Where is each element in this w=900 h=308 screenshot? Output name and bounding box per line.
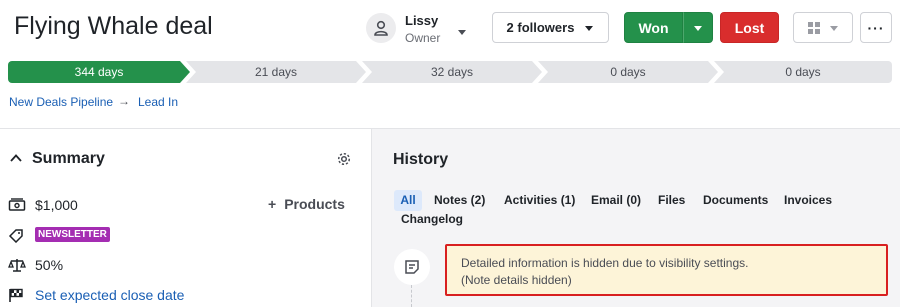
pipeline-stage-4[interactable]: 0 days: [538, 61, 718, 83]
tag-icon: [8, 227, 24, 248]
owner-role: Owner: [405, 31, 441, 45]
timeline-line: [411, 285, 412, 307]
hidden-note-card: Detailed information is hidden due to vi…: [445, 244, 888, 296]
note-detail: (Note details hidden): [461, 273, 572, 287]
history-title: History: [393, 151, 449, 168]
owner-selector[interactable]: Lissy Owner: [366, 10, 472, 46]
tab-all[interactable]: All: [394, 190, 422, 211]
followers-button[interactable]: 2 followers: [492, 12, 609, 43]
caret-down-icon: [585, 25, 594, 31]
stage-duration: 0 days: [610, 65, 646, 79]
page-title: Flying Whale deal: [14, 12, 213, 40]
stage-duration: 32 days: [430, 65, 474, 79]
won-options-button[interactable]: [683, 12, 713, 43]
timeline-node: [394, 249, 430, 285]
probability-value[interactable]: 50%: [35, 257, 63, 273]
plus-icon: +: [268, 196, 277, 212]
tab-activities[interactable]: Activities (1): [504, 190, 575, 211]
tab-notes[interactable]: Notes (2): [434, 190, 485, 211]
pipeline-stage-2[interactable]: 21 days: [186, 61, 366, 83]
caret-down-icon: [457, 23, 467, 41]
summary-title: Summary: [32, 150, 105, 167]
caret-down-icon: [830, 25, 838, 31]
flag-icon: [8, 287, 24, 308]
tab-documents[interactable]: Documents: [703, 190, 768, 211]
stage-duration: 21 days: [254, 65, 298, 79]
view-options-button[interactable]: [793, 12, 853, 43]
caret-down-icon: [694, 25, 702, 31]
products-label: Products: [284, 196, 345, 212]
breadcrumb-pipeline-link[interactable]: New Deals Pipeline: [9, 95, 113, 109]
money-icon: [8, 197, 26, 218]
scale-icon: [8, 257, 26, 278]
breadcrumb-stage-link[interactable]: Lead In: [138, 95, 178, 109]
lost-button[interactable]: Lost: [720, 12, 779, 43]
tab-changelog[interactable]: Changelog: [401, 209, 463, 230]
chevron-up-icon[interactable]: [9, 151, 23, 170]
add-products-button[interactable]: + Products: [268, 196, 345, 212]
deal-value[interactable]: $1,000: [35, 197, 78, 213]
followers-label: 2 followers: [506, 20, 575, 35]
arrow-right-icon: →: [118, 94, 130, 108]
note-message: Detailed information is hidden due to vi…: [461, 256, 749, 270]
tab-email[interactable]: Email (0): [591, 190, 641, 211]
stage-duration: 344 days: [74, 65, 124, 79]
tab-invoices[interactable]: Invoices: [784, 190, 832, 211]
grid-icon: [808, 21, 820, 34]
pipeline-stage-5[interactable]: 0 days: [714, 61, 892, 83]
avatar: [366, 13, 396, 43]
stage-duration: 0 days: [785, 65, 821, 79]
label-badge[interactable]: NEWSLETTER: [35, 227, 110, 242]
more-actions-button[interactable]: ···: [860, 12, 892, 43]
pipeline-stage-3[interactable]: 32 days: [362, 61, 542, 83]
note-icon: [405, 260, 419, 274]
pipeline-stage-1[interactable]: 344 days: [8, 61, 190, 83]
set-close-date-link[interactable]: Set expected close date: [35, 287, 184, 303]
user-icon: [374, 20, 388, 36]
tab-files[interactable]: Files: [658, 190, 685, 211]
won-button[interactable]: Won: [624, 12, 683, 43]
gear-icon[interactable]: [336, 151, 352, 172]
owner-name: Lissy: [405, 13, 439, 28]
